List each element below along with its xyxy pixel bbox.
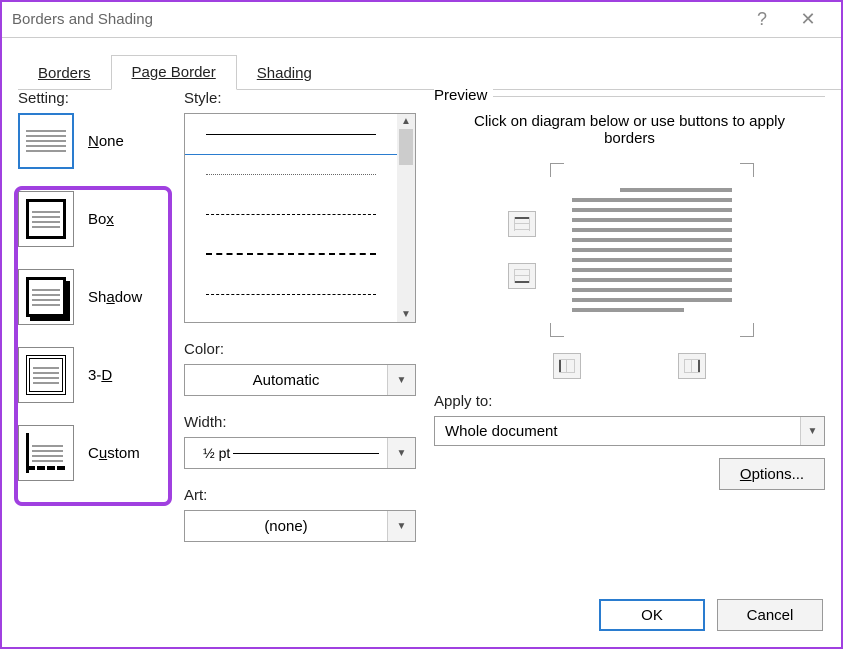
options-button[interactable]: Options...: [719, 458, 825, 490]
border-top-icon: [514, 217, 530, 231]
color-combo[interactable]: Automatic ▼: [184, 364, 416, 396]
titlebar: Borders and Shading ? ✕: [2, 2, 841, 38]
page-preview[interactable]: [552, 165, 752, 335]
border-left-icon: [559, 359, 575, 373]
style-solid[interactable]: [185, 114, 397, 154]
tab-borders[interactable]: Borders: [18, 57, 111, 90]
style-label: Style:: [184, 90, 416, 107]
dialog-borders-shading: Borders and Shading ? ✕ Borders Page Bor…: [0, 0, 843, 649]
setting-3d-icon: [18, 347, 74, 403]
preview-fieldset: Preview Click on diagram below or use bu…: [434, 96, 825, 379]
preview-diagram: [434, 165, 825, 335]
width-label: Width:: [184, 414, 416, 431]
setting-box-label: Box: [88, 211, 114, 228]
border-right-icon: [684, 359, 700, 373]
border-bottom-icon: [514, 269, 530, 283]
setting-box[interactable]: Box: [18, 191, 166, 247]
style-dashed[interactable]: [185, 234, 397, 274]
scroll-down-icon[interactable]: ▼: [401, 307, 411, 322]
apply-to-value: Whole document: [445, 423, 558, 440]
setting-custom-label: Custom: [88, 445, 140, 462]
scroll-up-icon[interactable]: ▲: [401, 114, 411, 129]
dialog-title: Borders and Shading: [12, 11, 153, 28]
chevron-down-icon: ▼: [800, 417, 824, 445]
art-combo[interactable]: (none) ▼: [184, 510, 416, 542]
width-combo[interactable]: ½ pt ▼: [184, 437, 416, 469]
art-label: Art:: [184, 487, 416, 504]
style-column: Style: ▲ ▼ Color: Automatic: [184, 90, 416, 577]
style-listbox[interactable]: ▲ ▼: [184, 113, 416, 323]
chevron-down-icon: ▼: [387, 438, 415, 468]
preview-hint: Click on diagram below or use buttons to…: [474, 113, 785, 147]
width-value: ½ pt: [203, 445, 230, 461]
apply-to-combo[interactable]: Whole document ▼: [434, 416, 825, 446]
style-dashed-wide[interactable]: [185, 194, 397, 234]
tab-page-border[interactable]: Page Border: [111, 55, 237, 90]
setting-3d-label: 3-D: [88, 367, 112, 384]
setting-shadow-label: Shadow: [88, 289, 142, 306]
setting-shadow[interactable]: Shadow: [18, 269, 166, 325]
setting-shadow-icon: [18, 269, 74, 325]
setting-3d[interactable]: 3-D: [18, 347, 166, 403]
style-items: [185, 114, 397, 322]
preview-legend: Preview: [434, 87, 493, 104]
apply-to-label: Apply to:: [434, 393, 825, 410]
border-bottom-button[interactable]: [508, 263, 536, 289]
style-dotted[interactable]: [185, 154, 397, 194]
border-right-button[interactable]: [678, 353, 706, 379]
preview-column: Preview Click on diagram below or use bu…: [434, 90, 825, 577]
setting-label: Setting:: [18, 90, 166, 107]
help-button[interactable]: ?: [739, 9, 785, 30]
ok-button[interactable]: OK: [599, 599, 705, 631]
tab-shading[interactable]: Shading: [237, 57, 332, 90]
setting-none[interactable]: None: [18, 113, 166, 169]
dialog-footer: OK Cancel: [599, 599, 823, 631]
setting-custom[interactable]: Custom: [18, 425, 166, 481]
setting-column: Setting: None Box Shadow: [18, 90, 166, 577]
tab-strip: Borders Page Border Shading: [18, 52, 841, 90]
cancel-button[interactable]: Cancel: [717, 599, 823, 631]
style-dash-dot[interactable]: [185, 274, 397, 314]
setting-none-icon: [18, 113, 74, 169]
chevron-down-icon: ▼: [387, 365, 415, 395]
border-top-button[interactable]: [508, 211, 536, 237]
setting-box-icon: [18, 191, 74, 247]
color-value: Automatic: [185, 372, 387, 389]
color-label: Color:: [184, 341, 416, 358]
setting-custom-icon: [18, 425, 74, 481]
style-scrollbar[interactable]: ▲ ▼: [397, 114, 415, 322]
close-button[interactable]: ✕: [785, 9, 831, 30]
art-value: (none): [185, 518, 387, 535]
border-left-button[interactable]: [553, 353, 581, 379]
chevron-down-icon: ▼: [387, 511, 415, 541]
setting-none-label: None: [88, 133, 124, 150]
